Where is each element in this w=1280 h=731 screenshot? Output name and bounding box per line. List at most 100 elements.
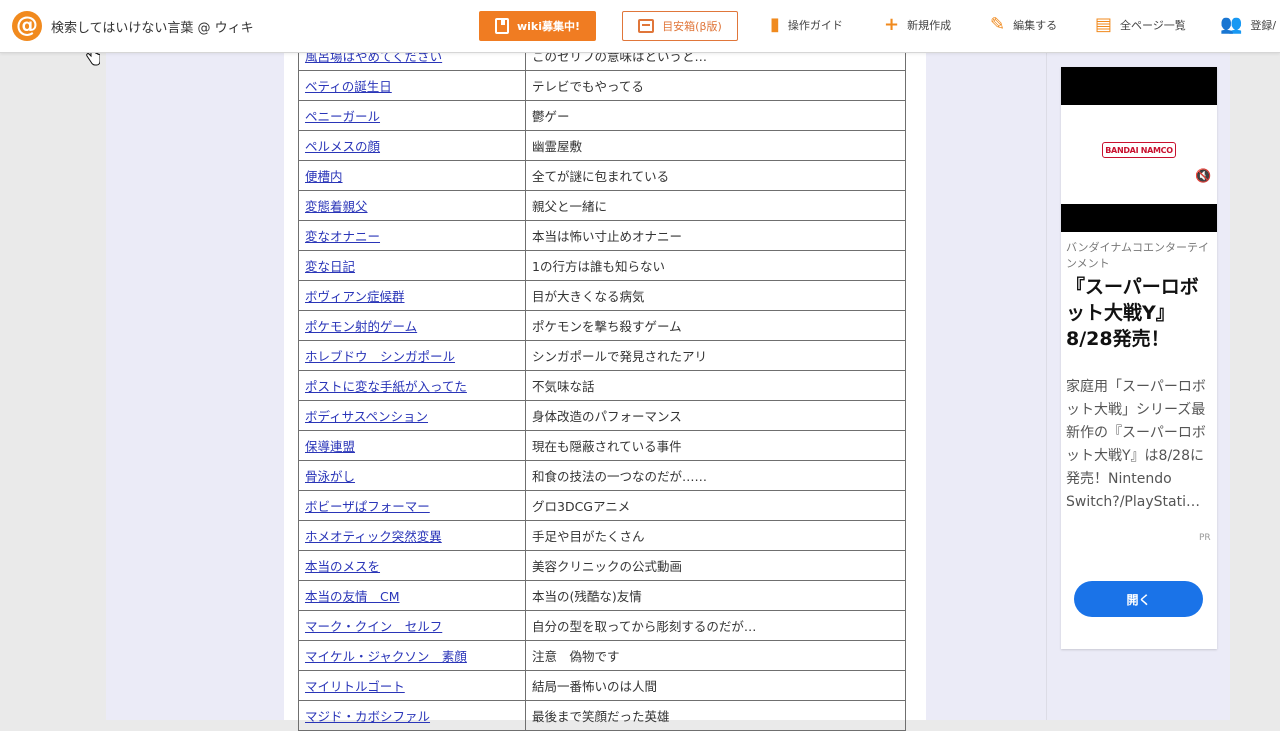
- term-link[interactable]: ペルメスの顔: [305, 139, 380, 154]
- description-cell: 自分の型を取ってから彫刻するのだが…: [525, 610, 906, 641]
- table-row: 本当の友情 CM 本当の(残酷な)友情: [298, 580, 906, 611]
- nav-register[interactable]: 👥 登録/: [1220, 14, 1277, 35]
- mute-icon[interactable]: 🔇: [1195, 169, 1211, 184]
- term-link[interactable]: マーク・クイン セルフ: [305, 619, 442, 634]
- nav-new-page[interactable]: + 新規作成: [884, 14, 952, 35]
- term-link[interactable]: 変なオナニー: [305, 229, 380, 244]
- term-link[interactable]: マジド・カボシファル: [305, 709, 430, 724]
- term-cell: 本当のメスを: [298, 550, 526, 581]
- nav-guide[interactable]: ▮ 操作ガイド: [770, 16, 843, 34]
- term-link[interactable]: 便槽内: [305, 169, 343, 184]
- ad-brand-logo: BANDAI NAMCO: [1102, 142, 1176, 158]
- bookmark-icon: [494, 18, 509, 34]
- table-row: ボディサスペンション 身体改造のパフォーマンス: [298, 400, 906, 431]
- term-cell: 変なオナニー: [298, 220, 526, 251]
- term-link[interactable]: ボビーザぱフォーマー: [305, 499, 430, 514]
- term-link[interactable]: 骨泳がし: [305, 469, 355, 484]
- nav-edit[interactable]: ✎ 編集する: [990, 14, 1058, 35]
- term-link[interactable]: ボディサスペンション: [305, 409, 428, 424]
- ad-video[interactable]: BANDAI NAMCO 🔇: [1061, 67, 1217, 232]
- term-cell: 変な日記: [298, 250, 526, 281]
- table-row: マイリトルゴート 結局一番怖いのは人間: [298, 670, 906, 701]
- suggestion-box-button[interactable]: 目安箱(β版): [622, 11, 738, 41]
- description-cell: 注意 偽物です: [525, 640, 906, 671]
- description-cell: グロ3DCGアニメ: [525, 490, 906, 521]
- terms-table: 風呂場はやめてください このセリフの意味はというと… ベティの誕生日 テレビでもやって…: [298, 40, 906, 731]
- description-cell: 親父と一緒に: [525, 190, 906, 221]
- nav-register-label: 登録/: [1250, 19, 1277, 32]
- term-cell: ベティの誕生日: [298, 70, 526, 101]
- term-link[interactable]: ポストに変な手紙が入ってた: [305, 379, 467, 394]
- term-cell: マーク・クイン セルフ: [298, 610, 526, 641]
- term-link[interactable]: ホレブドウ シンガポール: [305, 349, 455, 364]
- term-cell: ポストに変な手紙が入ってた: [298, 370, 526, 401]
- ad-open-button[interactable]: 開く: [1074, 581, 1203, 617]
- atwiki-logo-icon[interactable]: @: [12, 11, 42, 41]
- term-cell: マイリトルゴート: [298, 670, 526, 701]
- term-cell: ボヴィアン症候群: [298, 280, 526, 311]
- term-link[interactable]: 本当の友情 CM: [305, 589, 400, 604]
- table-row: 本当のメスを 美容クリニックの公式動画: [298, 550, 906, 581]
- sidebar-divider: [1046, 52, 1047, 720]
- term-link[interactable]: ペニーガール: [305, 109, 380, 124]
- term-link[interactable]: 変態着親父: [305, 199, 368, 214]
- table-row: ペルメスの顔 幽霊屋敷: [298, 130, 906, 161]
- description-cell: 1の行方は誰も知らない: [525, 250, 906, 281]
- term-cell: ボディサスペンション: [298, 400, 526, 431]
- nav-all-pages[interactable]: ▤ 全ページ一覧: [1095, 14, 1186, 35]
- table-row: ボビーザぱフォーマー グロ3DCGアニメ: [298, 490, 906, 521]
- ad-advertiser: バンダイナムコエンターテインメント: [1066, 241, 1209, 270]
- wiki-recruit-button[interactable]: wiki募集中!: [479, 11, 596, 41]
- wiki-recruit-label: wiki募集中!: [516, 20, 581, 33]
- table-row: ホレブドウ シンガポール シンガポールで発見されたアリ: [298, 340, 906, 371]
- table-row: マーク・クイン セルフ 自分の型を取ってから彫刻するのだが…: [298, 610, 906, 641]
- site-title[interactable]: 検索してはいけない言葉 @ ウィキ: [51, 17, 254, 36]
- term-link[interactable]: ベティの誕生日: [305, 79, 392, 94]
- description-cell: 身体改造のパフォーマンス: [525, 400, 906, 431]
- term-link[interactable]: ホメオティック突然変異: [305, 529, 442, 544]
- description-cell: 目が大きくなる病気: [525, 280, 906, 311]
- description-cell: 全てが謎に包まれている: [525, 160, 906, 191]
- term-cell: 保導連盟: [298, 430, 526, 461]
- description-cell: 不気味な話: [525, 370, 906, 401]
- term-link[interactable]: 変な日記: [305, 259, 355, 274]
- ad-headline[interactable]: 『スーパーロボット大戦Y』8/28発売！: [1066, 274, 1216, 352]
- description-cell: ポケモンを撃ち殺すゲーム: [525, 310, 906, 341]
- term-link[interactable]: マイリトルゴート: [305, 679, 405, 694]
- term-cell: マジド・カボシファル: [298, 700, 526, 731]
- plus-icon: +: [884, 14, 900, 35]
- term-link[interactable]: 本当のメスを: [305, 559, 380, 574]
- term-link[interactable]: 保導連盟: [305, 439, 355, 454]
- term-cell: ペニーガール: [298, 100, 526, 131]
- description-cell: 手足や目がたくさん: [525, 520, 906, 551]
- term-cell: ペルメスの顔: [298, 130, 526, 161]
- term-link[interactable]: ポケモン射的ゲーム: [305, 319, 417, 334]
- description-cell: シンガポールで発見されたアリ: [525, 340, 906, 371]
- user-add-icon: 👥: [1220, 14, 1243, 35]
- table-row: ホメオティック突然変異 手足や目がたくさん: [298, 520, 906, 551]
- ad-pr-label: PR: [1199, 533, 1211, 543]
- inbox-icon: [638, 19, 655, 33]
- term-cell: ホメオティック突然変異: [298, 520, 526, 551]
- term-link[interactable]: マイケル・ジャクソン 素顔: [305, 649, 467, 664]
- document-icon: ▤: [1095, 14, 1113, 35]
- pencil-icon: ✎: [990, 14, 1006, 35]
- table-row: ポケモン射的ゲーム ポケモンを撃ち殺すゲーム: [298, 310, 906, 341]
- description-cell: 幽霊屋敷: [525, 130, 906, 161]
- nav-edit-label: 編集する: [1013, 19, 1058, 32]
- table-row: 便槽内 全てが謎に包まれている: [298, 160, 906, 191]
- table-row: 変な日記 1の行方は誰も知らない: [298, 250, 906, 281]
- suggestion-box-label: 目安箱(β版): [662, 20, 722, 33]
- table-row: マジド・カボシファル 最後まで笑顔だった英雄: [298, 700, 906, 731]
- sidebar-ad[interactable]: BANDAI NAMCO 🔇 バンダイナムコエンターテインメント 『スーパーロボ…: [1061, 67, 1217, 649]
- term-link[interactable]: ボヴィアン症候群: [305, 289, 405, 304]
- term-cell: ホレブドウ シンガポール: [298, 340, 526, 371]
- table-row: 変態着親父 親父と一緒に: [298, 190, 906, 221]
- description-cell: 結局一番怖いのは人間: [525, 670, 906, 701]
- term-cell: ボビーザぱフォーマー: [298, 490, 526, 521]
- ad-body-text: 家庭用「スーパーロボット大戦」シリーズ最新作の『スーパーロボット大戦Y』は8/2…: [1066, 379, 1206, 510]
- description-cell: 和食の技法の一つなのだが……: [525, 460, 906, 491]
- nav-guide-label: 操作ガイド: [787, 19, 843, 32]
- nav-new-page-label: 新規作成: [907, 19, 952, 32]
- table-row: 骨泳がし 和食の技法の一つなのだが……: [298, 460, 906, 491]
